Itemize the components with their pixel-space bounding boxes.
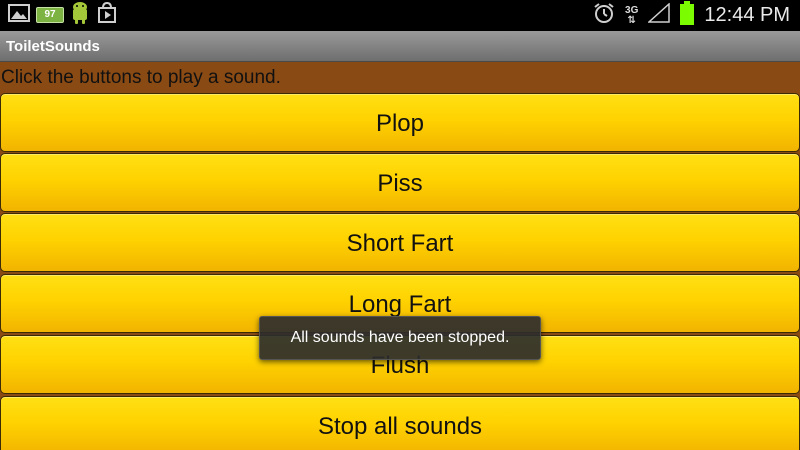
- battery-icon: [680, 1, 695, 30]
- status-bar-system: 3G ⇅ 12:44 PM: [593, 0, 790, 31]
- app-screen: 97 3G ⇅ 12:44 PM ToiletSounds Click the …: [0, 0, 800, 450]
- gallery-icon: [8, 3, 30, 28]
- signal-icon: [647, 2, 671, 28]
- instruction-text: Click the buttons to play a sound.: [1, 67, 281, 88]
- short-fart-button[interactable]: Short Fart: [0, 213, 800, 272]
- toast-message: All sounds have been stopped.: [259, 316, 541, 360]
- app-title: ToiletSounds: [6, 38, 100, 55]
- network-type-label: 3G: [625, 4, 639, 16]
- alarm-icon: [593, 2, 615, 29]
- stop-all-sounds-button[interactable]: Stop all sounds: [0, 396, 800, 450]
- status-bar-notifications: 97: [8, 1, 118, 29]
- notification-count-badge: 97: [36, 7, 64, 23]
- piss-button[interactable]: Piss: [0, 153, 800, 212]
- play-store-icon: [96, 1, 118, 29]
- android-debug-icon: [70, 1, 90, 30]
- title-bar: ToiletSounds: [0, 31, 800, 62]
- status-clock: 12:44 PM: [704, 4, 790, 26]
- status-bar: 97 3G ⇅ 12:44 PM: [0, 0, 800, 31]
- network-arrows-icon: 3G ⇅: [625, 4, 639, 26]
- plop-button[interactable]: Plop: [0, 93, 800, 152]
